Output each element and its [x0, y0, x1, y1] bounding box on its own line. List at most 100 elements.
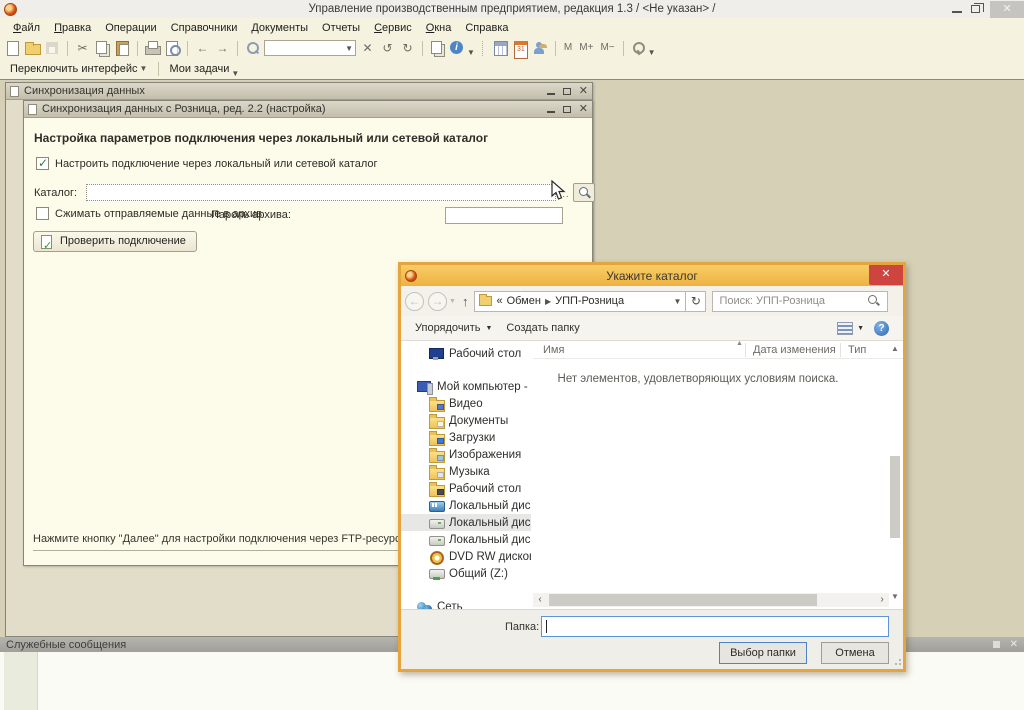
menu-item[interactable]: Документы — [244, 20, 315, 36]
tree-item[interactable]: Музыка — [401, 463, 531, 480]
my-tasks-button[interactable]: Мои задачи ▼ — [163, 57, 246, 82]
paste-icon[interactable] — [114, 40, 131, 56]
minimize-icon[interactable] — [547, 93, 555, 95]
open-folder-icon[interactable] — [24, 40, 41, 56]
history-chevron-icon[interactable]: ▼ — [449, 298, 456, 305]
archive-password-input[interactable] — [445, 207, 563, 224]
tree-item[interactable]: Рабочий стол — [401, 345, 531, 362]
maximize-icon[interactable] — [563, 88, 571, 95]
sync-settings-titlebar[interactable]: Синхронизация данных с Розница, ред. 2.2… — [24, 101, 592, 118]
preview-icon[interactable] — [164, 40, 181, 56]
calc-icon[interactable] — [492, 40, 509, 56]
breadcrumb-item[interactable]: Обмен — [507, 295, 541, 307]
close-icon[interactable]: ✕ — [579, 104, 588, 114]
compress-checkbox[interactable] — [36, 207, 49, 220]
restore-icon[interactable] — [971, 5, 980, 13]
scroll-left-icon[interactable]: ‹ — [533, 593, 547, 607]
scroll-right-icon[interactable]: › — [875, 593, 889, 607]
calendar-icon[interactable] — [512, 40, 529, 56]
folder-name-input[interactable] — [541, 616, 889, 637]
menu-item[interactable]: Операции — [98, 20, 163, 36]
minimize-icon[interactable] — [547, 111, 555, 113]
menu-item[interactable]: Файл — [6, 20, 47, 36]
menu-item[interactable]: Окна — [419, 20, 459, 36]
maximize-icon[interactable] — [563, 106, 571, 113]
users-icon[interactable] — [532, 40, 549, 56]
close-icon[interactable]: ✕ — [1010, 639, 1018, 650]
tree-item[interactable]: Изображения — [401, 446, 531, 463]
tree-item[interactable]: Общий (Z:) — [401, 565, 531, 582]
minimize-icon[interactable] — [952, 11, 962, 13]
sheets-icon[interactable] — [429, 40, 446, 56]
connect-checkbox[interactable] — [36, 157, 49, 170]
breadcrumb-overflow[interactable]: « — [496, 295, 502, 307]
horizontal-scrollbar[interactable]: ‹ › — [533, 593, 889, 607]
save-icon[interactable] — [44, 40, 61, 56]
tree-item[interactable]: Рабочий стол — [401, 480, 531, 497]
new-folder-button[interactable]: Создать папку — [506, 322, 579, 334]
select-folder-button[interactable]: Выбор папки — [719, 642, 807, 664]
tree-item[interactable]: Локальный диск — [401, 531, 531, 548]
back-icon[interactable]: ← — [405, 292, 424, 311]
chevron-down-icon[interactable]: ▼ — [674, 297, 682, 306]
info-icon[interactable] — [449, 40, 466, 56]
browse-search-button[interactable] — [573, 183, 595, 202]
chevron-down-icon[interactable]: ▼ — [467, 48, 475, 57]
column-divider[interactable] — [745, 343, 746, 357]
menu-item[interactable]: Справочники — [164, 20, 245, 36]
catalog-input[interactable] — [86, 184, 556, 201]
chevron-down-icon[interactable]: ▼ — [648, 48, 656, 57]
refresh-b-icon[interactable]: ↻ — [399, 40, 416, 56]
search-input[interactable]: Поиск: УПП-Розница — [712, 291, 888, 312]
back-icon[interactable]: ← — [194, 40, 211, 56]
new-doc-icon[interactable] — [4, 40, 21, 56]
close-icon[interactable]: ✕ — [990, 1, 1024, 18]
help-icon[interactable]: ? — [874, 321, 889, 336]
x-icon[interactable]: ✕ — [359, 40, 376, 56]
scrollbar-thumb[interactable] — [549, 594, 817, 606]
close-icon[interactable]: ✕ — [579, 86, 588, 96]
check-connection-button[interactable]: Проверить подключение — [33, 231, 197, 252]
cut-icon[interactable]: ✂ — [74, 40, 91, 56]
column-header[interactable]: Дата изменения — [753, 344, 836, 356]
refresh-a-icon[interactable]: ↺ — [379, 40, 396, 56]
forward-icon[interactable]: → — [428, 292, 447, 311]
sync-data-titlebar[interactable]: Синхронизация данных ✕ — [6, 83, 592, 100]
quick-search-combobox[interactable]: ▼ — [264, 40, 356, 56]
tree-item[interactable]: Документы — [401, 412, 531, 429]
menu-item[interactable]: Правка — [47, 20, 98, 36]
organize-button[interactable]: Упорядочить ▼ — [415, 322, 492, 334]
tree-item[interactable]: Видео — [401, 395, 531, 412]
up-icon[interactable]: ↑ — [462, 294, 469, 309]
m-icon[interactable]: M — [562, 40, 574, 56]
breadcrumb-item[interactable]: УПП-Розница — [555, 295, 624, 307]
m-minus-icon[interactable]: M− — [598, 40, 616, 56]
column-divider[interactable] — [840, 343, 841, 357]
dialog-close-button[interactable]: ✕ — [869, 265, 903, 285]
tree-item[interactable]: Загрузки — [401, 429, 531, 446]
tools-icon[interactable] — [630, 40, 647, 56]
column-header[interactable]: Имя — [543, 344, 564, 356]
cancel-button[interactable]: Отмена — [821, 642, 889, 664]
find-icon[interactable] — [244, 40, 261, 56]
print-icon[interactable] — [144, 40, 161, 56]
column-header[interactable]: Тип — [848, 344, 866, 356]
chevron-down-icon[interactable]: ▼ — [345, 44, 353, 53]
menu-item[interactable]: Сервис — [367, 20, 419, 36]
refresh-icon[interactable]: ↻ — [686, 291, 706, 312]
breadcrumb[interactable]: « Обмен ▶ УПП-Розница ▼ — [474, 291, 686, 312]
tree-item[interactable]: Сеть — [401, 598, 531, 609]
view-options-button[interactable]: ▼ — [837, 322, 864, 335]
tree-item[interactable]: Локальный диск — [401, 514, 531, 531]
tree-item[interactable]: DVD RW дисково — [401, 548, 531, 565]
tree-item[interactable]: Локальный диск — [401, 497, 531, 514]
m-plus-icon[interactable]: M+ — [577, 40, 595, 56]
menu-item[interactable]: Справка — [458, 20, 515, 36]
forward-icon[interactable]: → — [214, 40, 231, 56]
copy-icon[interactable] — [94, 40, 111, 56]
pin-icon[interactable] — [993, 641, 1000, 648]
menu-item[interactable]: Отчеты — [315, 20, 367, 36]
dialog-titlebar[interactable]: Укажите каталог — [401, 265, 903, 286]
tree-item[interactable]: Мой компьютер - — [401, 378, 531, 395]
resize-grip-icon[interactable] — [893, 659, 901, 667]
